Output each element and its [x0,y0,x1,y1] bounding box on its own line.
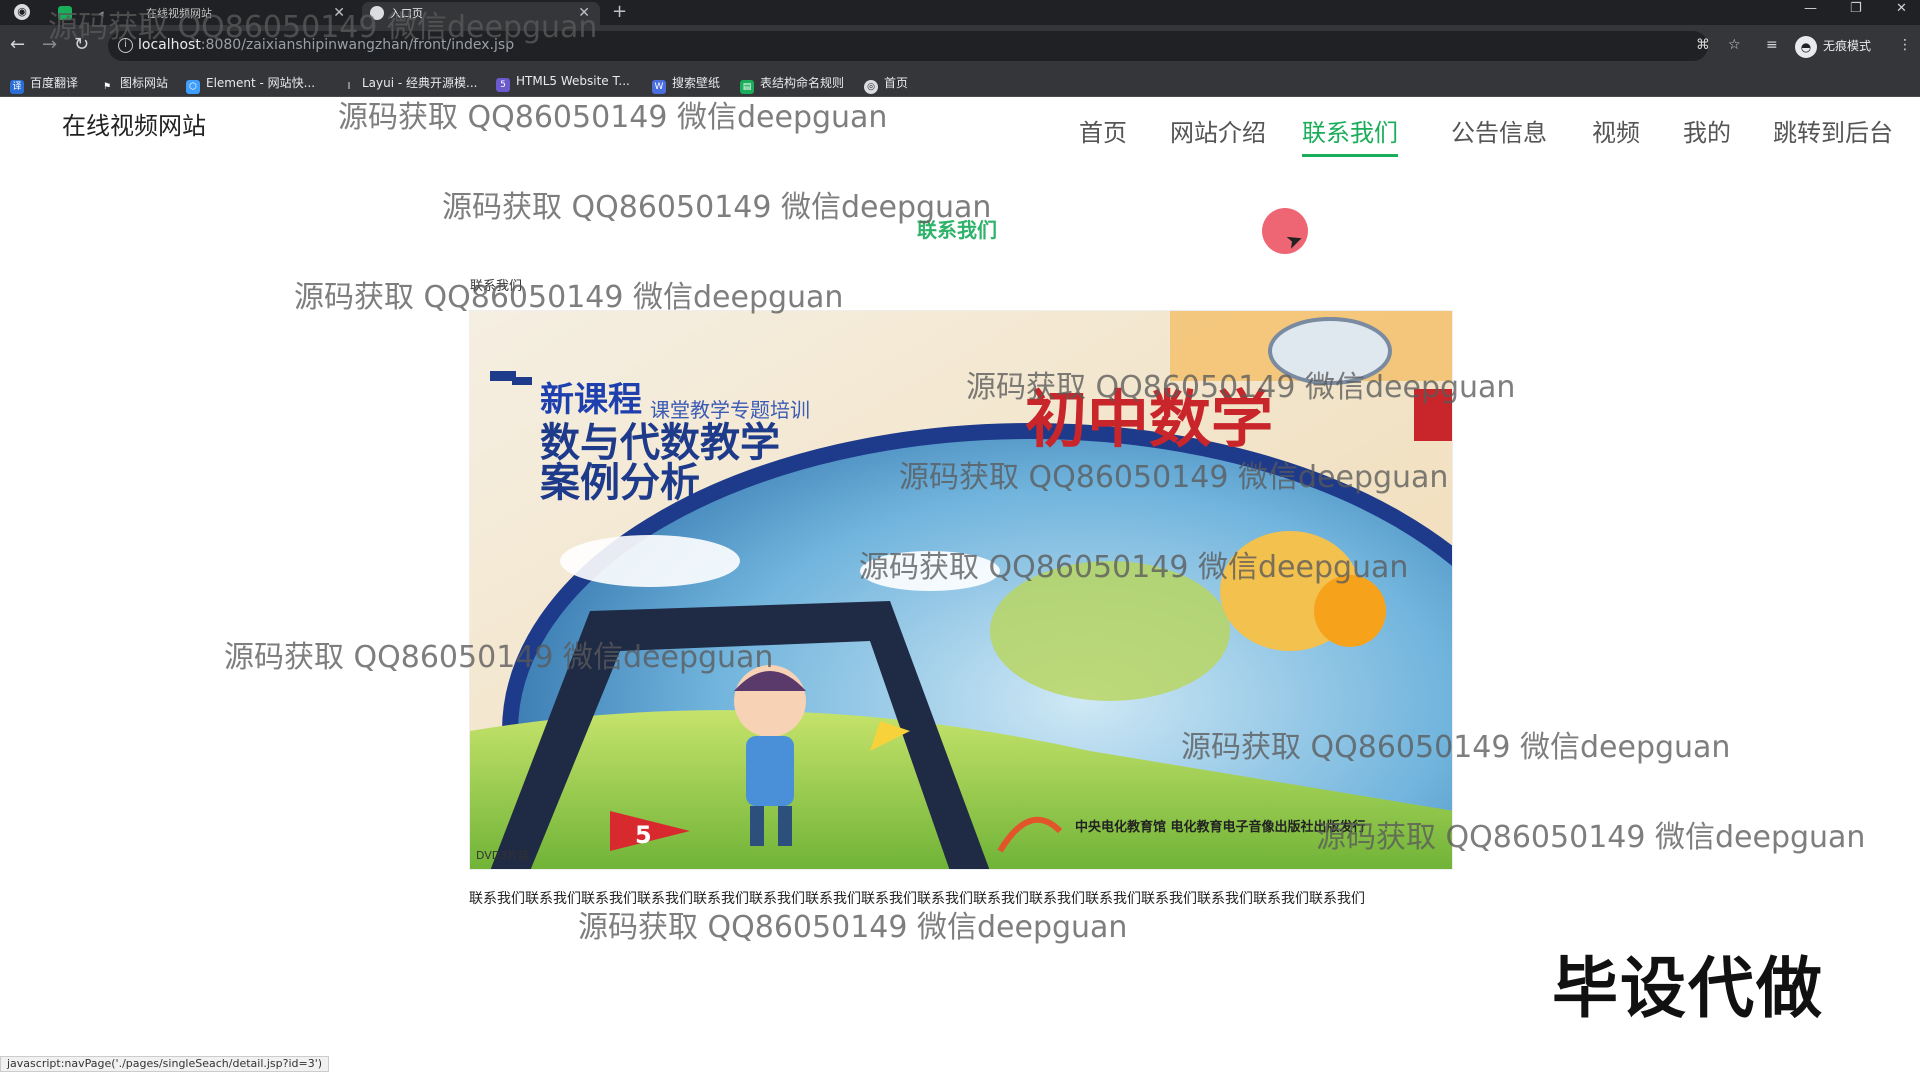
nav-contact[interactable]: 联系我们 [1302,113,1398,157]
watermark: 源码获取 QQ86050149 微信deepguan [442,190,992,225]
forward-icon[interactable]: → [42,35,57,55]
address-bar[interactable]: i localhost:8080/zaixianshipinwangzhan/f… [108,31,1710,61]
cover-title-line2: 案例分析 [540,460,700,506]
browser-tab-1[interactable]: ◂ 在线视频网站 ✕ [50,2,355,25]
element-icon: ⬡ [186,80,200,94]
bookmark-item[interactable]: l Layui - 经典开源模... [342,74,478,94]
nav-admin[interactable]: 跳转到后台 [1773,113,1893,148]
bookmark-item[interactable]: 译百度翻译 [10,74,78,94]
bookmark-item[interactable]: 5 HTML5 Website T... [496,74,630,92]
html5-icon: 5 [496,78,510,92]
cover-label-small: 新课程 [540,380,642,420]
cover-subtitle: 课堂教学专题培训 [650,398,810,422]
layui-icon: l [347,82,351,92]
nav-notice[interactable]: 公告信息 [1451,113,1547,148]
watermark: 源码获取 QQ86050149 微信deepguan [338,100,888,135]
close-window-icon[interactable]: ✕ [1896,1,1907,16]
browser-tab-bar: ◉ ◂ 在线视频网站 ✕ 入口页 ✕ + — ❐ ✕ [0,0,1920,25]
tab-title: 入口页 [390,7,423,20]
incognito-icon: ◓ [1795,35,1817,58]
chrome-menu-icon[interactable]: ◉ [14,4,30,20]
nav-video[interactable]: 视频 [1592,113,1640,148]
restore-icon[interactable]: ❐ [1850,1,1862,16]
cover-image: 5 新课程 课堂教学专题培训 数与代数教学 案例分析 初中数学 DVD3片装 中… [469,310,1453,870]
table-icon: ▤ [740,80,754,94]
incognito-indicator[interactable]: ◓ 无痕模式 [1795,34,1871,58]
promo-overlay: 毕设代做 [1552,950,1824,1027]
site-title[interactable]: 在线视频网站 [62,106,206,141]
cover-publisher: 中央电化教育馆 电化教育电子音像出版社出版发行 [1075,819,1366,835]
browser-tab-2[interactable]: 入口页 ✕ [362,2,600,25]
nav-home[interactable]: 首页 [1079,113,1127,148]
translate-page-icon[interactable]: ⌘ [1696,37,1710,53]
url-text: localhost:8080/zaixianshipinwangzhan/fro… [138,37,515,53]
close-tab-icon[interactable]: ✕ [333,2,345,25]
bookmark-item[interactable]: ⬡ Element - 网站快... [186,74,315,94]
bookmarks-bar: 译百度翻译 ⚑ 图标网站 ⬡ Element - 网站快... l Layui - 经… [0,67,1920,97]
status-bar-link: javascript:navPage('./pages/singleSeach/… [0,1056,330,1072]
reading-list-icon[interactable]: ≡ [1766,37,1778,53]
site-info-icon[interactable]: i [118,38,133,53]
globe-icon: ◎ [864,80,878,94]
close-tab-icon[interactable]: ✕ [578,2,590,25]
site-favicon-icon [58,6,72,20]
browser-toolbar: ← → ↻ i localhost:8080/zaixianshipinwang… [0,25,1920,67]
bookmark-item[interactable]: ▤ 表结构命名规则 [740,74,844,94]
bookmark-item[interactable]: W 搜索壁纸 [652,74,720,94]
cover-title-red: 初中数学 [1025,383,1273,456]
svg-text:5: 5 [635,821,652,849]
back-icon[interactable]: ← [10,35,25,55]
cover-corner-text: DVD3片装 [476,849,529,862]
more-menu-icon[interactable]: ⋮ [1898,37,1912,53]
mute-icon[interactable]: ◂ [98,2,104,25]
wallpaper-icon: W [652,80,666,94]
translate-icon: 译 [10,80,24,94]
globe-icon [370,6,384,20]
new-tab-icon[interactable]: + [612,1,627,22]
nav-mine[interactable]: 我的 [1683,113,1731,148]
article-body: 联系我们联系我们联系我们联系我们联系我们联系我们联系我们联系我们联系我们联系我们… [469,891,1365,907]
article-title: 联系我们 [470,279,523,294]
nav-about[interactable]: 网站介绍 [1170,113,1266,148]
minimize-icon[interactable]: — [1804,1,1817,16]
bookmark-item[interactable]: ⚑ 图标网站 [100,74,168,94]
reload-icon[interactable]: ↻ [74,35,89,55]
bookmark-item[interactable]: ◎ 首页 [864,74,908,94]
flag-icon: ⚑ [102,82,112,92]
page-heading: 联系我们 [917,218,997,242]
bookmark-star-icon[interactable]: ☆ [1728,37,1741,53]
tab-title: 在线视频网站 [146,7,212,20]
